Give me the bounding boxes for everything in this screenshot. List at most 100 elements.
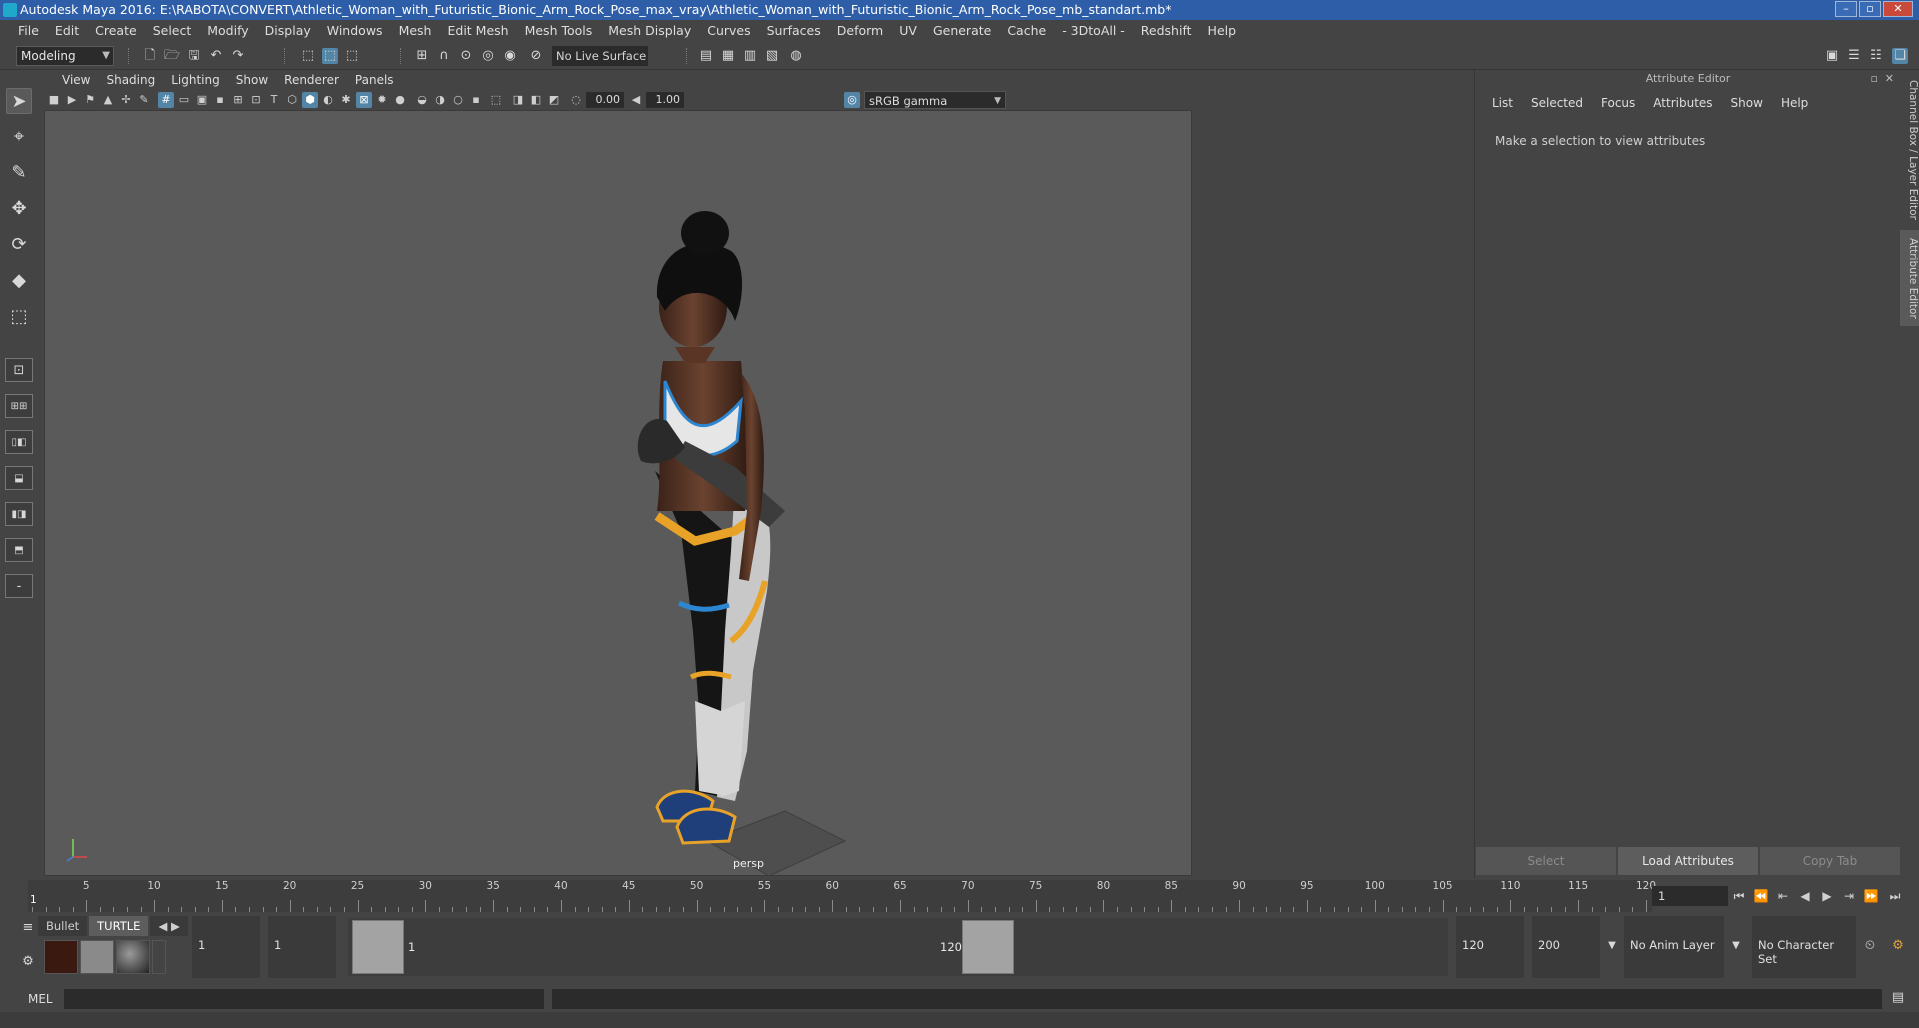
exposure-field[interactable]: 0.00 [586, 92, 624, 108]
timeline-ruler[interactable]: 1 5 10 15 20 25 30 35 40 45 50 55 60 65 70 75 80 85 90 95 1… [28, 880, 1656, 912]
snap-to-grid-icon[interactable]: ⊞ [414, 48, 430, 64]
current-frame-field[interactable]: 1 [1652, 886, 1728, 906]
tab-channel-box[interactable]: Channel Box / Layer Editor [1900, 80, 1919, 220]
shelf-tab-bullet[interactable]: Bullet [38, 916, 88, 936]
redo-icon[interactable]: ↷ [230, 48, 246, 64]
rotate-tool-icon[interactable]: ⟳ [6, 232, 32, 258]
shelf-scroll-icon[interactable] [152, 940, 166, 974]
menu-uv[interactable]: UV [891, 20, 925, 42]
range-start-handle[interactable] [352, 920, 404, 974]
chevron-down-icon[interactable]: ▼ [1604, 938, 1620, 954]
textured-icon[interactable]: ✱ [338, 92, 354, 108]
select-button[interactable]: Select [1476, 847, 1616, 875]
render-view-icon[interactable]: ▧ [764, 48, 780, 64]
depth-of-field-icon[interactable]: ▪ [468, 92, 484, 108]
save-scene-icon[interactable]: 🖫 [186, 48, 202, 64]
safe-title-icon[interactable]: T [266, 92, 282, 108]
outliner-persp-graph-layout-icon[interactable]: ▮◨ [5, 502, 33, 526]
hypershade-persp-layout-icon[interactable]: ⬒ [5, 538, 33, 562]
play-forwards-icon[interactable]: ▶ [1818, 888, 1836, 904]
range-end-handle[interactable] [962, 920, 1014, 974]
turtle-surface-icon[interactable] [116, 940, 150, 974]
backface-culling-icon[interactable]: ◩ [546, 92, 562, 108]
tab-attribute-editor[interactable]: Attribute Editor [1900, 230, 1919, 326]
paint-select-tool-icon[interactable]: ✎ [6, 160, 32, 186]
snap-to-view-plane-icon[interactable]: ◎ [480, 48, 496, 64]
undo-icon[interactable]: ↶ [208, 48, 224, 64]
menu-file[interactable]: File [10, 20, 47, 42]
single-perspective-layout-icon[interactable]: ⊡ [5, 358, 33, 382]
panel-menu-renderer[interactable]: Renderer [276, 69, 347, 91]
gamma-icon[interactable]: ◀ [628, 92, 644, 108]
menu-display[interactable]: Display [257, 20, 319, 42]
snap-to-curve-icon[interactable]: ∩ [436, 48, 452, 64]
step-forward-key-icon[interactable]: ⇥ [1840, 888, 1858, 904]
live-surface-field[interactable]: No Live Surface [552, 46, 648, 66]
menu-redshift[interactable]: Redshift [1133, 20, 1200, 42]
load-attributes-button[interactable]: Load Attributes [1618, 847, 1758, 875]
close-panel-icon[interactable]: ✕ [1885, 72, 1894, 85]
close-button[interactable]: ✕ [1883, 1, 1913, 17]
render-frame-icon[interactable]: ▦ [720, 48, 736, 64]
menu-select[interactable]: Select [145, 20, 200, 42]
select-tool-icon[interactable]: ➤ [6, 88, 32, 114]
copy-tab-button[interactable]: Copy Tab [1760, 847, 1900, 875]
persp-outliner-layout-icon[interactable]: ▯◧ [5, 430, 33, 454]
default-material-icon[interactable]: ◐ [320, 92, 336, 108]
persp-graph-layout-icon[interactable]: ⬓ [5, 466, 33, 490]
auto-key-icon[interactable]: ⏲ [1862, 938, 1878, 954]
xray-joints-icon[interactable]: ◧ [528, 92, 544, 108]
mel-command-input[interactable] [64, 989, 544, 1009]
playback-start-field[interactable]: 1 [268, 916, 336, 978]
scale-tool-icon[interactable]: ◆ [6, 268, 32, 294]
menu-generate[interactable]: Generate [925, 20, 999, 42]
script-editor-icon[interactable]: ▤ [1890, 990, 1906, 1006]
panel-menu-view[interactable]: View [54, 69, 98, 91]
menu-3dtoall[interactable]: - 3DtoAll - [1054, 20, 1133, 42]
ae-menu-help[interactable]: Help [1772, 94, 1817, 112]
shelf-settings-icon[interactable]: ⚙ [20, 954, 36, 970]
attribute-editor-toggle-icon[interactable]: ☰ [1846, 48, 1862, 64]
maximize-button[interactable]: ▫ [1859, 1, 1881, 17]
animation-start-field[interactable]: 1 [192, 916, 260, 978]
wireframe-icon[interactable]: ⬡ [284, 92, 300, 108]
shelf-menu-icon[interactable]: ≡ [20, 920, 36, 936]
menu-edit[interactable]: Edit [47, 20, 87, 42]
snap-to-point-icon[interactable]: ⊙ [458, 48, 474, 64]
animation-end-field[interactable]: 200 [1532, 916, 1600, 978]
grease-pencil-icon[interactable]: ✎ [136, 92, 152, 108]
open-scene-icon[interactable]: 🗁 [164, 48, 180, 64]
ipr-render-icon[interactable]: ▥ [742, 48, 758, 64]
motion-blur-icon[interactable]: ◑ [432, 92, 448, 108]
step-back-frame-icon[interactable]: ⏪ [1752, 888, 1770, 904]
menu-mesh-display[interactable]: Mesh Display [600, 20, 699, 42]
menu-create[interactable]: Create [87, 20, 145, 42]
bookmark-icon[interactable]: ⚑ [82, 92, 98, 108]
snap-to-surface-icon[interactable]: ◉ [502, 48, 518, 64]
character-set-dropdown[interactable]: No Character Set [1752, 916, 1856, 978]
use-all-lights-icon[interactable]: ✹ [374, 92, 390, 108]
ae-menu-attributes[interactable]: Attributes [1644, 94, 1721, 112]
menu-curves[interactable]: Curves [699, 20, 758, 42]
panel-menu-show[interactable]: Show [228, 69, 276, 91]
go-to-start-icon[interactable]: ⏮ [1730, 888, 1748, 904]
select-by-object-icon[interactable]: ⬚ [322, 48, 338, 64]
shelf-scroll-icon[interactable]: ◀ ▶ [150, 916, 188, 936]
menu-windows[interactable]: Windows [319, 20, 391, 42]
layout-options-icon[interactable]: - [5, 574, 33, 598]
screen-space-ao-icon[interactable]: ◒ [414, 92, 430, 108]
camera-attributes-icon[interactable]: ▶ [64, 92, 80, 108]
anim-layer-dropdown[interactable]: No Anim Layer [1624, 916, 1724, 978]
film-gate-icon[interactable]: ▭ [176, 92, 192, 108]
panel-menu-shading[interactable]: Shading [98, 69, 163, 91]
menu-cache[interactable]: Cache [999, 20, 1054, 42]
ae-menu-list[interactable]: List [1483, 94, 1522, 112]
menu-deform[interactable]: Deform [829, 20, 891, 42]
menu-surfaces[interactable]: Surfaces [759, 20, 829, 42]
turtle-render-icon[interactable] [44, 940, 78, 974]
make-live-icon[interactable]: ⊘ [528, 48, 544, 64]
ae-menu-show[interactable]: Show [1722, 94, 1772, 112]
gate-mask-icon[interactable]: ▪ [212, 92, 228, 108]
hypershade-icon[interactable]: ◍ [788, 48, 804, 64]
turtle-bake-icon[interactable] [80, 940, 114, 974]
